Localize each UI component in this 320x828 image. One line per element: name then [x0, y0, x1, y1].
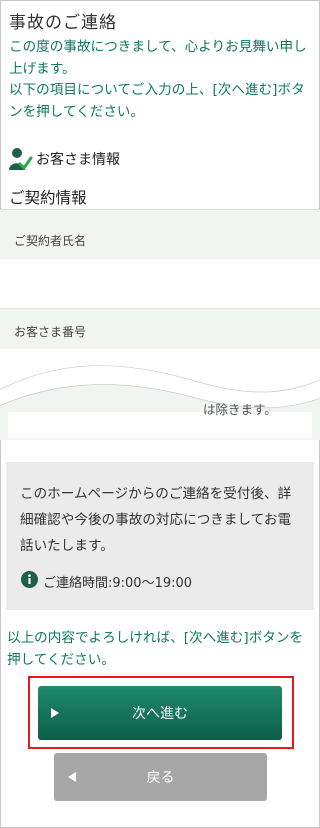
torn-edge-divider — [0, 350, 320, 440]
customer-number-label: お客さま番号 — [14, 325, 87, 339]
partial-note-text: は除きます。 — [203, 402, 277, 417]
arrow-left-icon — [68, 772, 76, 782]
next-button-label: 次へ進む — [132, 706, 188, 722]
intro-message: この度の事故につきまして、心よりお見舞い申し上げます。 以下の項目についてご入力… — [9, 37, 314, 123]
contact-hours: ご連絡時間:9:00〜19:00 — [21, 571, 192, 592]
customer-info-heading: お客さま情報 — [7, 143, 120, 175]
page-title: 事故のご連絡 — [9, 13, 117, 33]
contact-hours-text: ご連絡時間:9:00〜19:00 — [43, 576, 193, 591]
next-button[interactable]: 次へ進む — [38, 686, 282, 740]
contract-info-heading: ご契約情報 — [9, 189, 87, 207]
intro-instruction: 以下の項目についてご入力の上、[次へ進む]ボタンを押してください。 — [9, 82, 305, 120]
contractor-name-field[interactable] — [0, 259, 320, 309]
info-icon — [21, 571, 38, 592]
customer-info-label: お客さま情報 — [36, 152, 120, 168]
confirm-message: 以上の内容でよろしければ、[次へ進む]ボタンを押してください。 — [7, 630, 304, 668]
intro-condolence: この度の事故につきまして、心よりお見舞い申し上げます。 — [9, 39, 307, 77]
back-button-label: 戻る — [146, 770, 175, 786]
back-button[interactable]: 戻る — [54, 753, 267, 801]
user-check-icon — [7, 146, 33, 172]
notice-text: このホームページからのご連絡を受付後、詳細確認や今後の事故の対応につきましてお電… — [20, 486, 292, 554]
arrow-right-icon — [51, 708, 59, 718]
contractor-name-label: ご契約者氏名 — [14, 234, 87, 248]
